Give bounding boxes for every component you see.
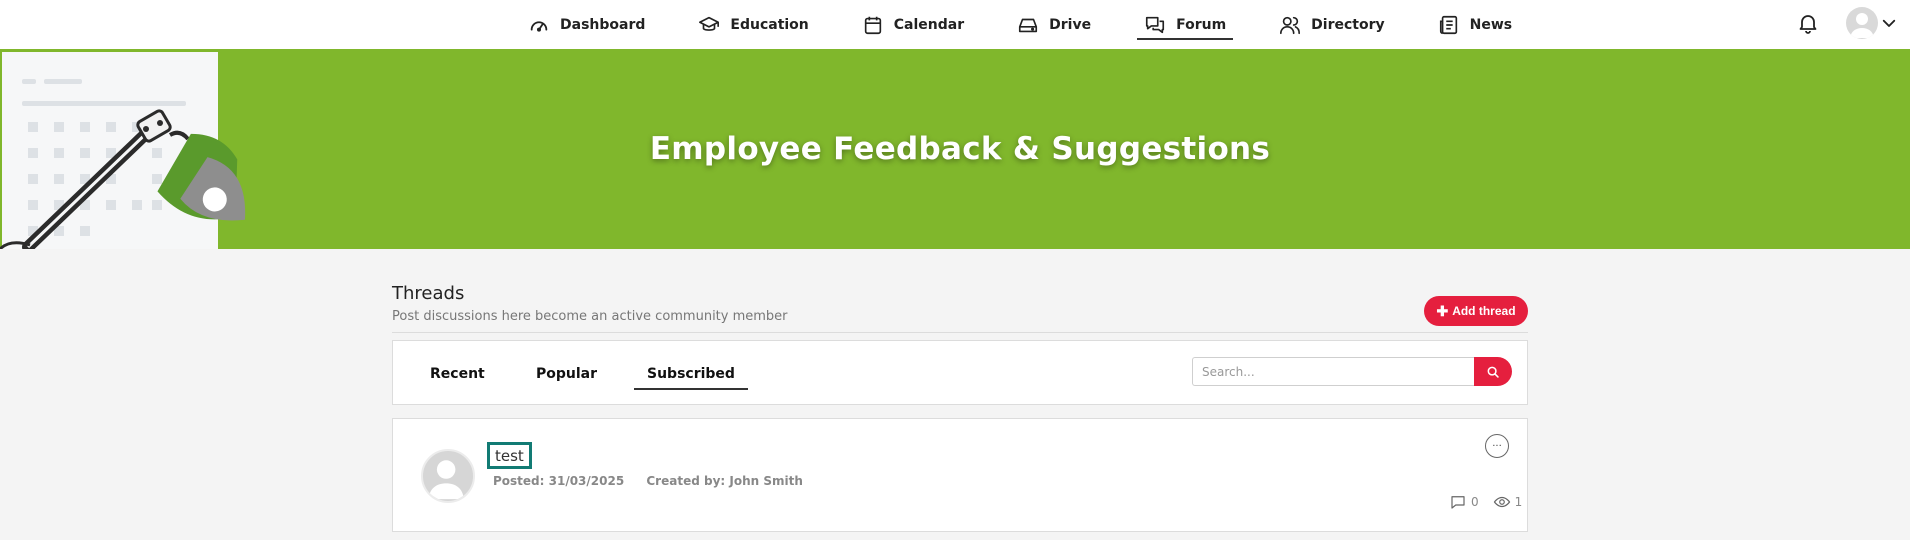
- tab-subscribed[interactable]: Subscribed: [634, 341, 748, 406]
- forum-banner: Employee Feedback & Suggestions: [0, 49, 1910, 249]
- nav-item-education[interactable]: Education: [685, 0, 821, 49]
- graduation-cap-icon: [699, 16, 720, 31]
- tab-label: Recent: [430, 365, 485, 382]
- threads-header: Threads Post discussions here become an …: [392, 283, 1528, 333]
- calendar-icon: [864, 16, 881, 34]
- view-count: 1: [1493, 493, 1523, 511]
- nav-item-dashboard[interactable]: Dashboard: [515, 0, 658, 49]
- add-thread-button[interactable]: ✚ Add thread: [1424, 296, 1528, 326]
- nav-item-directory[interactable]: Directory: [1266, 0, 1397, 49]
- search-icon: [1487, 366, 1499, 378]
- search-button[interactable]: [1474, 357, 1512, 386]
- posted-date: Posted: 31/03/2025: [493, 474, 625, 488]
- add-thread-label: Add thread: [1452, 304, 1516, 318]
- ellipsis-icon: ···: [1492, 440, 1502, 452]
- search-input[interactable]: [1192, 357, 1474, 386]
- thread-title-link[interactable]: test: [487, 442, 532, 469]
- nav-item-label: Directory: [1311, 16, 1385, 33]
- nav-item-forum[interactable]: Forum: [1131, 0, 1239, 49]
- nav-item-label: Forum: [1176, 16, 1227, 33]
- thread-card[interactable]: test Posted: 31/03/2025 Created by: John…: [392, 418, 1528, 532]
- chevron-down-icon: [1882, 19, 1896, 27]
- plus-icon: ✚: [1436, 302, 1449, 319]
- comment-icon: [1451, 496, 1465, 509]
- nav-item-drive[interactable]: Drive: [1004, 0, 1104, 49]
- gauge-icon: [530, 20, 548, 32]
- nav-item-label: Education: [730, 16, 809, 33]
- nav-item-label: Drive: [1049, 16, 1092, 33]
- user-silhouette-icon: [428, 460, 464, 500]
- more-options-button[interactable]: ···: [1485, 434, 1509, 458]
- tab-label: Popular: [536, 365, 598, 382]
- nav-item-news[interactable]: News: [1425, 0, 1525, 49]
- thread-filter-bar: Recent Popular Subscribed: [392, 340, 1528, 405]
- nav-item-label: Calendar: [893, 16, 965, 33]
- comment-count-value: 0: [1471, 495, 1479, 509]
- thread-author: Created by: John Smith: [646, 474, 803, 488]
- thread-meta: Posted: 31/03/2025 Created by: John Smit…: [493, 474, 821, 488]
- nav-item-label: Dashboard: [560, 16, 646, 33]
- drive-icon: [1019, 18, 1038, 32]
- bell-icon[interactable]: [1796, 11, 1820, 35]
- user-menu[interactable]: [1846, 7, 1898, 39]
- thread-stats: 0 1: [1435, 493, 1522, 511]
- tab-recent[interactable]: Recent: [417, 341, 498, 406]
- avatar: [1846, 7, 1878, 39]
- newspaper-icon: [1439, 15, 1457, 34]
- people-icon: [1280, 16, 1301, 34]
- comment-count: 0: [1449, 493, 1479, 511]
- section-subtitle: Post discussions here become an active c…: [392, 309, 788, 324]
- nav-item-calendar[interactable]: Calendar: [849, 0, 977, 49]
- top-navigation: Dashboard Education Calendar Drive Forum…: [0, 0, 1910, 49]
- nav-item-label: News: [1469, 16, 1513, 33]
- avatar: [421, 449, 475, 503]
- tab-popular[interactable]: Popular: [523, 341, 610, 406]
- eye-icon: [1493, 496, 1510, 508]
- page-title: Employee Feedback & Suggestions: [649, 131, 1271, 167]
- section-title: Threads: [392, 283, 465, 304]
- tab-label: Subscribed: [647, 365, 735, 382]
- nav-items: Dashboard Education Calendar Drive Forum…: [515, 0, 1552, 49]
- chat-icon: [1146, 16, 1165, 33]
- view-count-value: 1: [1514, 495, 1523, 509]
- user-silhouette-icon: [1850, 13, 1874, 38]
